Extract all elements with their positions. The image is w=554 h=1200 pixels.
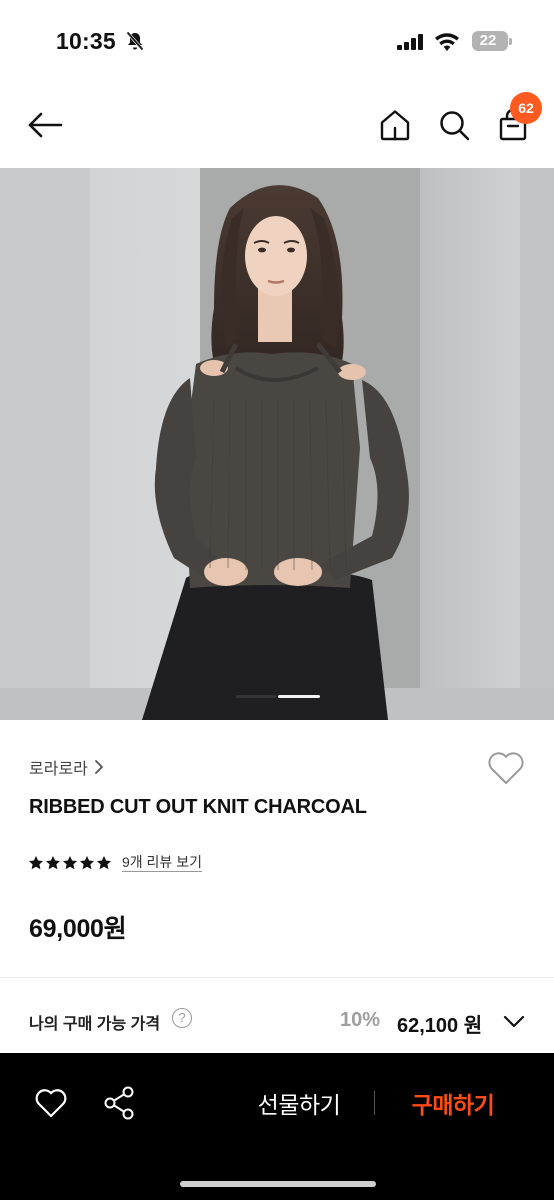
help-icon[interactable]: ? [172, 1008, 192, 1028]
wifi-icon [435, 33, 459, 51]
carousel-indicator [236, 695, 320, 699]
back-arrow-icon[interactable] [26, 108, 64, 142]
star-icon [97, 855, 111, 869]
bottom-action-bar: 선물하기 구매하기 [0, 1053, 554, 1200]
my-price-label: 나의 구매 가능 가격 [29, 1016, 161, 1033]
product-title: RIBBED CUT OUT KNIT CHARCOAL [29, 796, 367, 818]
heart-icon[interactable] [34, 1087, 68, 1119]
brand-link[interactable]: 로라로라 [29, 755, 104, 779]
bell-slash-icon [126, 31, 144, 51]
product-photo [0, 168, 554, 720]
status-time: 10:35 [56, 28, 116, 54]
cellular-signal-icon [397, 34, 423, 50]
chevron-down-icon[interactable] [502, 1011, 526, 1031]
star-icon [63, 855, 77, 869]
my-price-row[interactable]: 나의 구매 가능 가격 ? 10% 62,100 원 [0, 998, 554, 1044]
discount-rate: 10% [340, 1009, 381, 1031]
rating-stars [28, 855, 112, 871]
buy-button[interactable]: 구매하기 [396, 1086, 510, 1120]
carousel-dot-2 [278, 695, 320, 698]
battery-level: 22 [479, 32, 497, 49]
brand-name: 로라로라 [29, 761, 88, 778]
product-price: 69,000원 [29, 915, 127, 943]
final-price: 62,100 원 [397, 1015, 483, 1037]
status-bar: 10:35 22 [0, 0, 554, 84]
rating-row: 9개 리뷰 보기 [28, 853, 202, 872]
share-icon[interactable] [102, 1085, 136, 1121]
wishlist-heart-icon[interactable] [486, 750, 526, 786]
star-icon [80, 855, 94, 869]
chevron-right-icon [94, 760, 103, 774]
search-icon[interactable] [437, 108, 471, 142]
star-icon [29, 855, 43, 869]
gift-button[interactable]: 선물하기 [240, 1086, 358, 1120]
action-divider [374, 1091, 375, 1115]
star-icon [46, 855, 60, 869]
carousel-dot-1 [236, 695, 276, 698]
home-icon[interactable] [378, 108, 412, 142]
home-indicator [180, 1181, 376, 1187]
section-divider [0, 977, 554, 978]
cart-count-badge: 62 [510, 92, 542, 124]
battery-icon: 22 [472, 31, 512, 51]
top-nav [0, 84, 554, 168]
product-image-carousel[interactable] [0, 168, 554, 720]
review-link[interactable]: 9개 리뷰 보기 [122, 853, 202, 872]
